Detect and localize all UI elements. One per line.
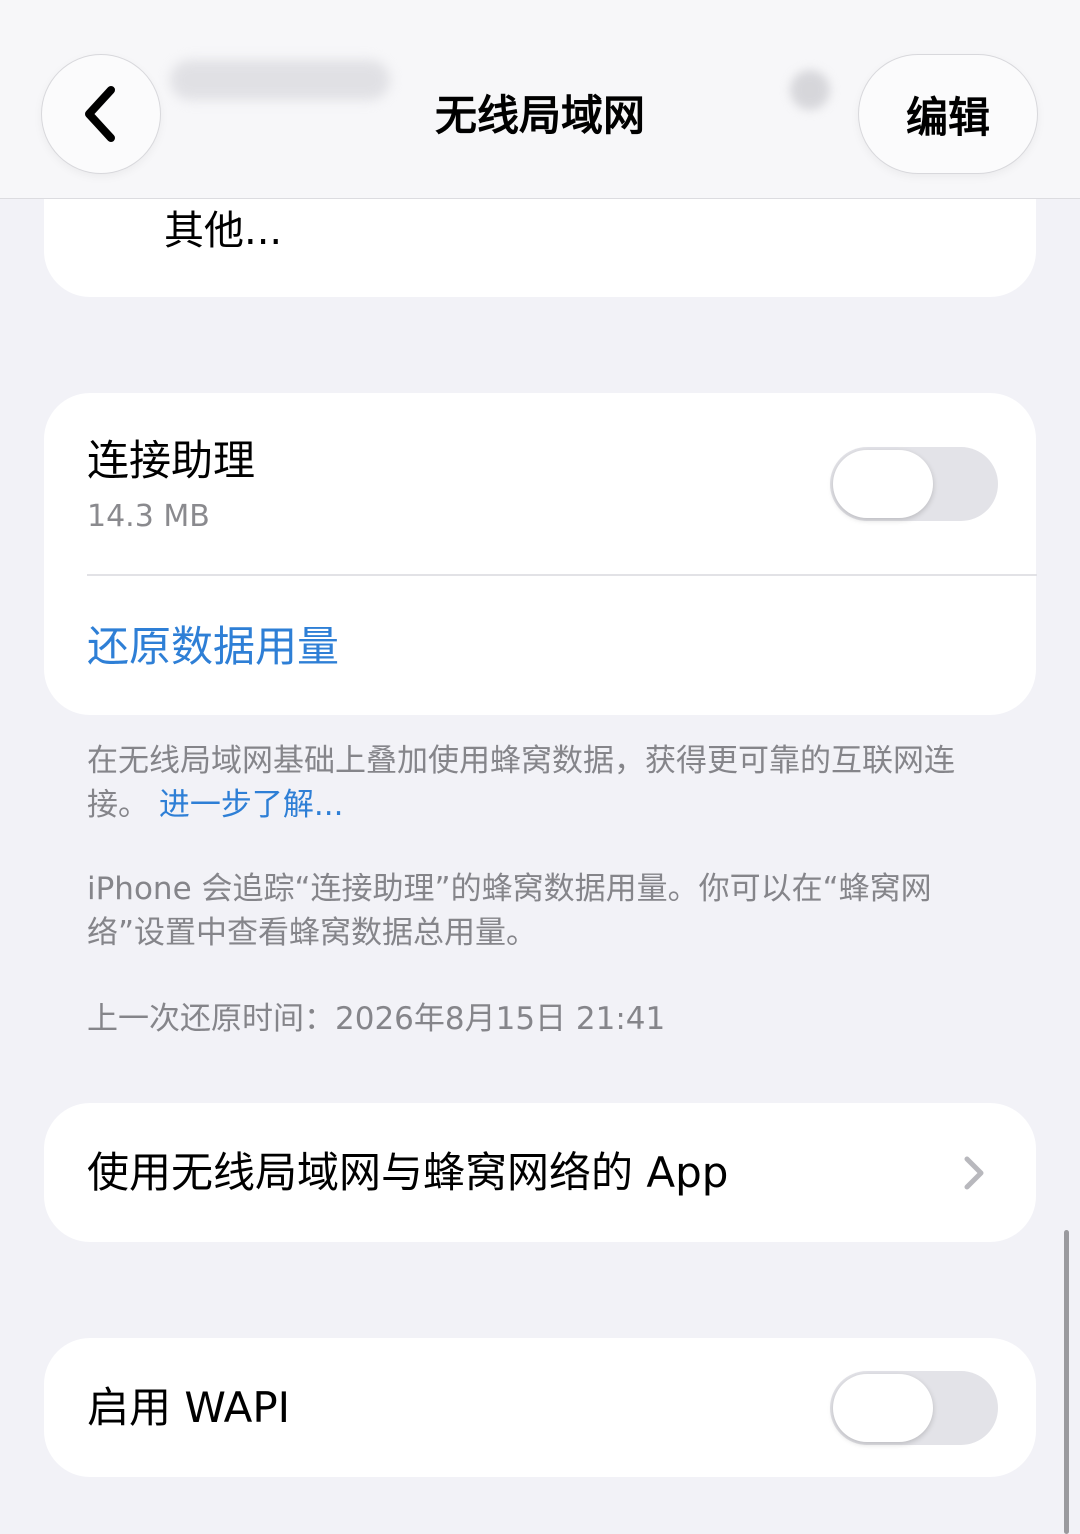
scrollbar[interactable] [1064, 1230, 1069, 1534]
apps-using-wlan-row[interactable]: 使用无线局域网与蜂窝网络的 App [44, 1103, 1036, 1242]
wifi-assist-card: 连接助理 14.3 MB 还原数据用量 [44, 393, 1037, 715]
wapi-toggle[interactable] [830, 1371, 998, 1445]
apps-using-wlan-label: 使用无线局域网与蜂窝网络的 App [87, 1148, 729, 1197]
blurred-background-content [790, 70, 830, 110]
wifi-assist-description: 在无线局域网基础上叠加使用蜂窝数据，获得更可靠的互联网连接。 进一步了解... [87, 739, 997, 827]
learn-more-link[interactable]: 进一步了解... [159, 787, 344, 823]
chevron-left-icon [85, 86, 115, 142]
chevron-right-icon [964, 1156, 984, 1190]
tracking-note: iPhone 会追踪“连接助理”的蜂窝数据用量。你可以在“蜂窝网络”设置中查看蜂… [87, 871, 932, 951]
navigation-bar: 无线局域网 编辑 [0, 0, 1080, 199]
back-button[interactable] [42, 55, 160, 173]
wapi-label: 启用 WAPI [87, 1383, 291, 1432]
page-title: 无线局域网 [434, 91, 645, 140]
edit-button[interactable]: 编辑 [859, 55, 1037, 173]
wifi-assist-usage: 14.3 MB [87, 499, 210, 534]
divider [87, 574, 1037, 576]
wapi-card: 启用 WAPI [44, 1338, 1036, 1477]
reset-usage-button[interactable]: 还原数据用量 [87, 619, 339, 675]
wifi-assist-toggle[interactable] [830, 447, 998, 521]
wifi-assist-label: 连接助理 [87, 436, 256, 485]
toggle-knob [833, 450, 933, 518]
last-reset-time: 上一次还原时间：2026年8月15日 21:41 [87, 1001, 666, 1037]
toggle-knob [833, 1374, 933, 1442]
other-network-item[interactable]: 其他... [164, 206, 282, 256]
